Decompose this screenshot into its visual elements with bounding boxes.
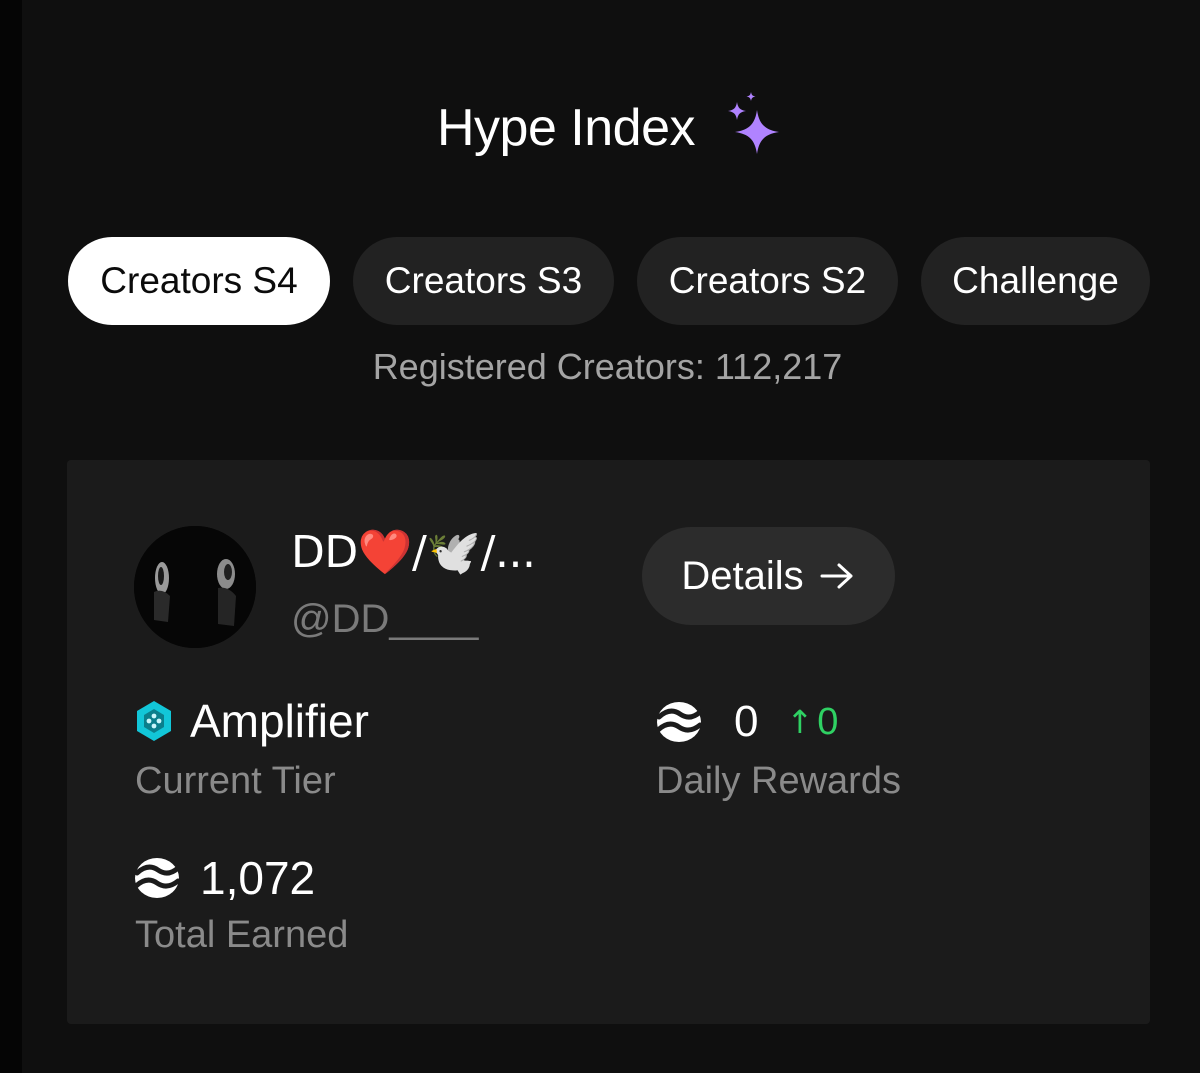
daily-rewards-value: 0 xyxy=(734,697,759,746)
creator-handle: @DD____ xyxy=(291,597,479,641)
total-earned-label: Total Earned xyxy=(135,914,349,956)
sparkles-icon xyxy=(728,92,780,154)
header: Hype Index xyxy=(0,88,1200,168)
registered-creators-count: Registered Creators: 112,217 xyxy=(372,346,843,387)
page-title: Hype Index xyxy=(436,99,696,157)
token-icon xyxy=(134,858,180,898)
daily-rewards-label: Daily Rewards xyxy=(656,760,901,802)
tab-challenge[interactable]: Challenge xyxy=(921,237,1150,325)
avatar-image xyxy=(134,526,256,648)
tab-creators-s2[interactable]: Creators S2 xyxy=(637,237,898,325)
creator-card: DD❤️/🕊️/... @DD____ Details Amplifier Cu… xyxy=(67,460,1150,1024)
total-earned-value: 1,072 xyxy=(200,852,316,904)
daily-rewards-delta: ↑ 0 xyxy=(786,701,838,744)
avatar[interactable] xyxy=(134,526,256,648)
tier-value: Amplifier xyxy=(190,695,369,747)
tab-creators-s4[interactable]: Creators S4 xyxy=(68,237,330,325)
daily-rewards: 0 ↑ 0 xyxy=(656,697,838,747)
details-button[interactable]: Details xyxy=(642,527,895,625)
tab-creators-s3[interactable]: Creators S3 xyxy=(353,237,614,325)
hexagon-tier-icon xyxy=(137,701,171,741)
arrow-up-icon: ↑ xyxy=(786,703,814,741)
current-tier: Amplifier xyxy=(135,694,369,748)
season-tabs: Creators S4 Creators S3 Creators S2 Chal… xyxy=(68,237,1150,325)
creator-display-name: DD❤️/🕊️/... xyxy=(291,527,536,578)
tier-label: Current Tier xyxy=(135,760,336,802)
delta-value: 0 xyxy=(817,700,839,743)
details-button-label: Details xyxy=(681,553,804,598)
token-icon xyxy=(656,702,702,742)
total-earned: 1,072 xyxy=(134,851,315,905)
arrow-right-icon xyxy=(820,563,853,589)
